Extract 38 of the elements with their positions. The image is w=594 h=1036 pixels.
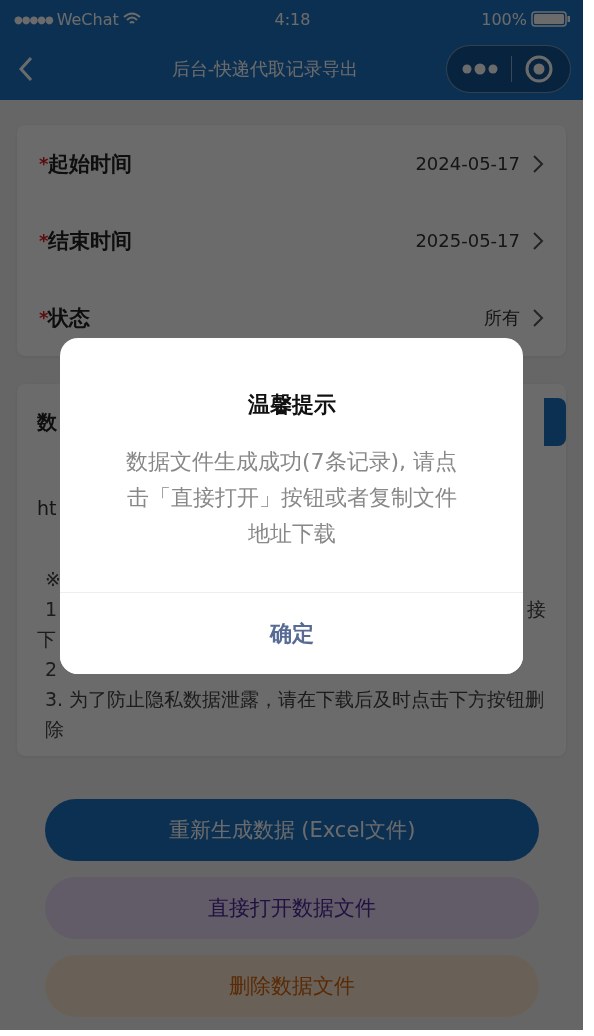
generate-button[interactable]: 重新生成数据 (Excel文件) (45, 799, 539, 861)
note-text: 3. 为了防止隐私数据泄露，请在下载后及时点击下方按钮删除 (45, 687, 546, 742)
signal-dots: ●●●●● (14, 13, 53, 25)
section-heading: 数 (37, 408, 57, 436)
open-button[interactable]: 直接打开数据文件 (45, 877, 539, 939)
target-icon (524, 54, 554, 84)
back-icon[interactable] (18, 56, 34, 82)
field-label: 起始时间 (48, 150, 133, 178)
note-text: 2 (45, 657, 58, 682)
filter-row[interactable]: *结束时间 2025-05-17 (39, 202, 544, 279)
delete-button[interactable]: 删除数据文件 (45, 955, 539, 1017)
confirm-button[interactable]: 确定 (60, 592, 523, 674)
more-icon (461, 62, 499, 76)
chevron-icon (532, 153, 544, 174)
dialog-message: 数据文件生成成功(7条记录), 请点击「直接打开」按钮或者复制文件地址下载 (124, 448, 459, 548)
filter-row[interactable]: *起始时间 2024-05-17 (39, 125, 544, 202)
battery-level: 100% (481, 9, 527, 29)
required-mark: * (39, 153, 49, 174)
filter-row[interactable]: *状态 所有 (39, 279, 544, 356)
note-text: 1 (45, 597, 58, 622)
action-button[interactable] (544, 398, 566, 446)
note-text: ※ (45, 567, 61, 592)
wifi-icon (122, 12, 141, 26)
field-value: 2025-05-17 (415, 230, 520, 251)
note-text: 接 (527, 597, 546, 622)
required-mark: * (39, 230, 49, 251)
status-time: 4:18 (274, 9, 311, 29)
page-title: 后台-快递代取记录导出 (170, 57, 360, 81)
chevron-icon (532, 230, 544, 251)
battery-icon (531, 11, 571, 27)
dialog-title: 温馨提示 (246, 391, 337, 419)
note-text: 下 (37, 627, 56, 652)
field-value: 2024-05-17 (415, 153, 520, 174)
carrier-name: WeChat (56, 9, 119, 29)
chevron-icon (532, 307, 544, 328)
field-label: 结束时间 (48, 227, 133, 255)
field-value: 所有 (484, 305, 520, 330)
field-label: 状态 (48, 304, 91, 332)
